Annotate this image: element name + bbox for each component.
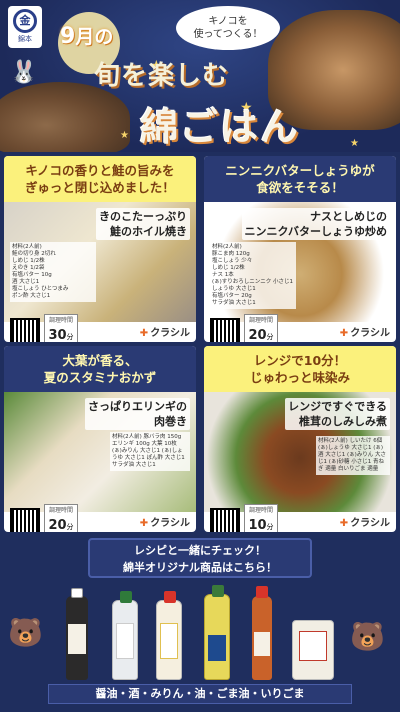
products-caption: 醤油・酒・みりん・油・ごま油・いりごま	[48, 684, 352, 704]
cook-time-unit: 分	[66, 523, 74, 531]
kurashiru-logo: ✚ クラシル	[140, 324, 190, 339]
star-icon: ★	[350, 138, 359, 149]
soy-sauce-bottle[interactable]	[66, 588, 88, 680]
bottle-label	[254, 632, 270, 656]
dish-name: さっぱりエリンギの 肉巻き	[85, 398, 190, 430]
promo-line2: 綿半オリジナル商品はこちら！	[123, 561, 277, 574]
qr-code[interactable]	[210, 508, 240, 532]
bottle-cap	[164, 591, 176, 603]
kurashiru-logo: ✚ クラシル	[340, 514, 390, 529]
cook-time-unit: 分	[266, 333, 274, 341]
cook-time-label: 調理時間	[48, 507, 73, 514]
kurashiru-icon: ✚	[139, 518, 149, 529]
bear-mascot-icon: 🐻	[8, 616, 43, 649]
bottle-cap	[256, 586, 268, 598]
cook-time-box: 調理時間 10分	[244, 504, 278, 532]
header-banner: 金 錦本 9月の キノコを 使ってつくる！ 🐰 ★ ★ ★ ★ 旬を楽しむ 綿ご…	[0, 0, 400, 152]
card-headline: キノコの香りと鮭の旨みを ぎゅっと閉じ込めました！	[4, 156, 196, 202]
dish-name: ナスとしめじの ニンニクバターしょうゆ炒め	[241, 208, 390, 240]
brand-logo[interactable]: 金 錦本	[8, 6, 42, 48]
cook-time-label: 調理時間	[248, 507, 273, 514]
recipe-card-shiitake[interactable]: レンジで10分！ じゅわっと味染み レンジですぐできる 椎茸のしみしみ煮 材料(…	[204, 346, 396, 532]
month-suffix: 月の	[75, 26, 114, 48]
card-headline-text: 大葉が香る、 夏のスタミナおかず	[43, 353, 157, 385]
cook-time-box: 調理時間 30分	[44, 314, 78, 342]
kurashiru-logo: ✚ クラシル	[140, 514, 190, 529]
kurashiru-text: クラシル	[150, 518, 190, 529]
month-number: 9	[60, 24, 76, 49]
dish-name: きのこたーっぷり 鮭のホイル焼き	[96, 208, 190, 240]
card-headline: ニンニクバターしょうゆが 食欲をそそる！	[204, 156, 396, 202]
product-lineup: 🐻 🐻	[0, 580, 400, 684]
mushroom-basket-image	[0, 82, 130, 152]
recipe-card-salmon[interactable]: キノコの香りと鮭の旨みを ぎゅっと閉じ込めました！ きのこたーっぷり 鮭のホイル…	[4, 156, 196, 342]
speech-bubble: キノコを 使ってつくる！	[176, 6, 280, 50]
bear-mascot-icon: 🐻	[350, 620, 385, 653]
recipe-grid: キノコの香りと鮭の旨みを ぎゅっと閉じ込めました！ きのこたーっぷり 鮭のホイル…	[0, 152, 400, 537]
ingredient-list: 材料(2人前) 豚バラ肉 150g エリンギ 100g 大葉 10枚 (ぁ)みり…	[110, 432, 190, 471]
kurashiru-icon: ✚	[339, 518, 349, 529]
kurashiru-text: クラシル	[350, 328, 390, 339]
cook-time-unit: 分	[266, 523, 274, 531]
bottle-cap	[71, 588, 83, 598]
cook-time-label: 調理時間	[248, 317, 273, 324]
qr-code[interactable]	[10, 318, 40, 342]
dish-name: レンジですぐできる 椎茸のしみしみ煮	[285, 398, 390, 430]
bottle-label	[116, 623, 134, 659]
cook-time-value: 20	[248, 328, 267, 342]
star-icon: ★	[120, 130, 129, 141]
cook-time-unit: 分	[66, 333, 74, 341]
bottle-label	[68, 624, 86, 654]
oil-bottle[interactable]	[204, 585, 230, 680]
kurashiru-logo: ✚ クラシル	[340, 324, 390, 339]
cook-time-value: 10	[248, 518, 267, 532]
mirin-bottle[interactable]	[156, 591, 182, 680]
kurashiru-text: クラシル	[350, 518, 390, 529]
ingredient-list: 材料(2人前) 豚こま肉 120g 塩こしょう 少々 しめじ 1/2株 ナス 1…	[210, 242, 296, 309]
cook-time-box: 調理時間 20分	[244, 314, 278, 342]
page-subtitle: 旬を楽しむ	[94, 61, 230, 91]
bottle-cap	[120, 591, 132, 603]
kurashiru-text: クラシル	[150, 328, 190, 339]
brand-logo-mark: 金	[13, 9, 37, 33]
bottle-label	[208, 635, 226, 661]
kurashiru-icon: ✚	[139, 328, 149, 339]
recipe-photo[interactable]: ナスとしめじの ニンニクバターしょうゆ炒め 材料(2人前) 豚こま肉 120g …	[204, 202, 396, 322]
roasted-sesame-bag[interactable]	[292, 620, 334, 680]
ingredient-list: 材料(2人前) しいたけ 6個 (ぁ)しょうゆ 大さじ1 (ぁ)酒 大さじ1 (…	[316, 436, 390, 475]
qr-code[interactable]	[210, 318, 240, 342]
cook-time-value: 30	[48, 328, 67, 342]
cook-time-box: 調理時間 20分	[44, 504, 78, 532]
bottle-cap	[212, 585, 224, 597]
recipe-card-eggplant[interactable]: ニンニクバターしょうゆが 食欲をそそる！ ナスとしめじの ニンニクバターしょうゆ…	[204, 156, 396, 342]
page-title: 綿ごはん	[140, 105, 301, 149]
recipe-photo[interactable]: きのこたーっぷり 鮭のホイル焼き 材料(2人前) 鮭の切り身 2切れ しめじ 1…	[4, 202, 196, 322]
card-headline: 大葉が香る、 夏のスタミナおかず	[4, 346, 196, 392]
cook-time-label: 調理時間	[48, 317, 73, 324]
sake-bottle[interactable]	[112, 591, 138, 680]
bottle-label	[160, 623, 178, 659]
card-headline-text: レンジで10分！ じゅわっと味染み	[249, 353, 350, 385]
card-headline: レンジで10分！ じゅわっと味染み	[204, 346, 396, 392]
promo-banner[interactable]: レシピと一緒にチェック！ 綿半オリジナル商品はこちら！	[88, 538, 312, 578]
promo-line1: レシピと一緒にチェック！	[134, 544, 266, 557]
speech-bubble-text: キノコを 使ってつくる！	[193, 16, 263, 40]
ingredient-list: 材料(2人前) 鮭の切り身 2切れ しめじ 1/2株 えのき 1/2袋 有塩バタ…	[10, 242, 96, 302]
brand-logo-sub: 錦本	[18, 35, 32, 43]
recipe-card-eringi[interactable]: 大葉が香る、 夏のスタミナおかず さっぱりエリンギの 肉巻き 材料(2人前) 豚…	[4, 346, 196, 532]
recipe-photo[interactable]: さっぱりエリンギの 肉巻き 材料(2人前) 豚バラ肉 150g エリンギ 100…	[4, 392, 196, 512]
qr-code[interactable]	[10, 508, 40, 532]
month-label: 9月の	[60, 22, 113, 49]
sesame-oil-bottle[interactable]	[252, 586, 272, 680]
bag-label	[299, 631, 327, 661]
cook-time-value: 20	[48, 518, 67, 532]
kurashiru-icon: ✚	[339, 328, 349, 339]
card-headline-text: キノコの香りと鮭の旨みを ぎゅっと閉じ込めました！	[25, 163, 175, 195]
rabbit-icon: 🐰	[10, 60, 38, 85]
card-headline-text: ニンニクバターしょうゆが 食欲をそそる！	[225, 163, 375, 195]
recipe-photo[interactable]: レンジですぐできる 椎茸のしみしみ煮 材料(2人前) しいたけ 6個 (ぁ)しょ…	[204, 392, 396, 512]
